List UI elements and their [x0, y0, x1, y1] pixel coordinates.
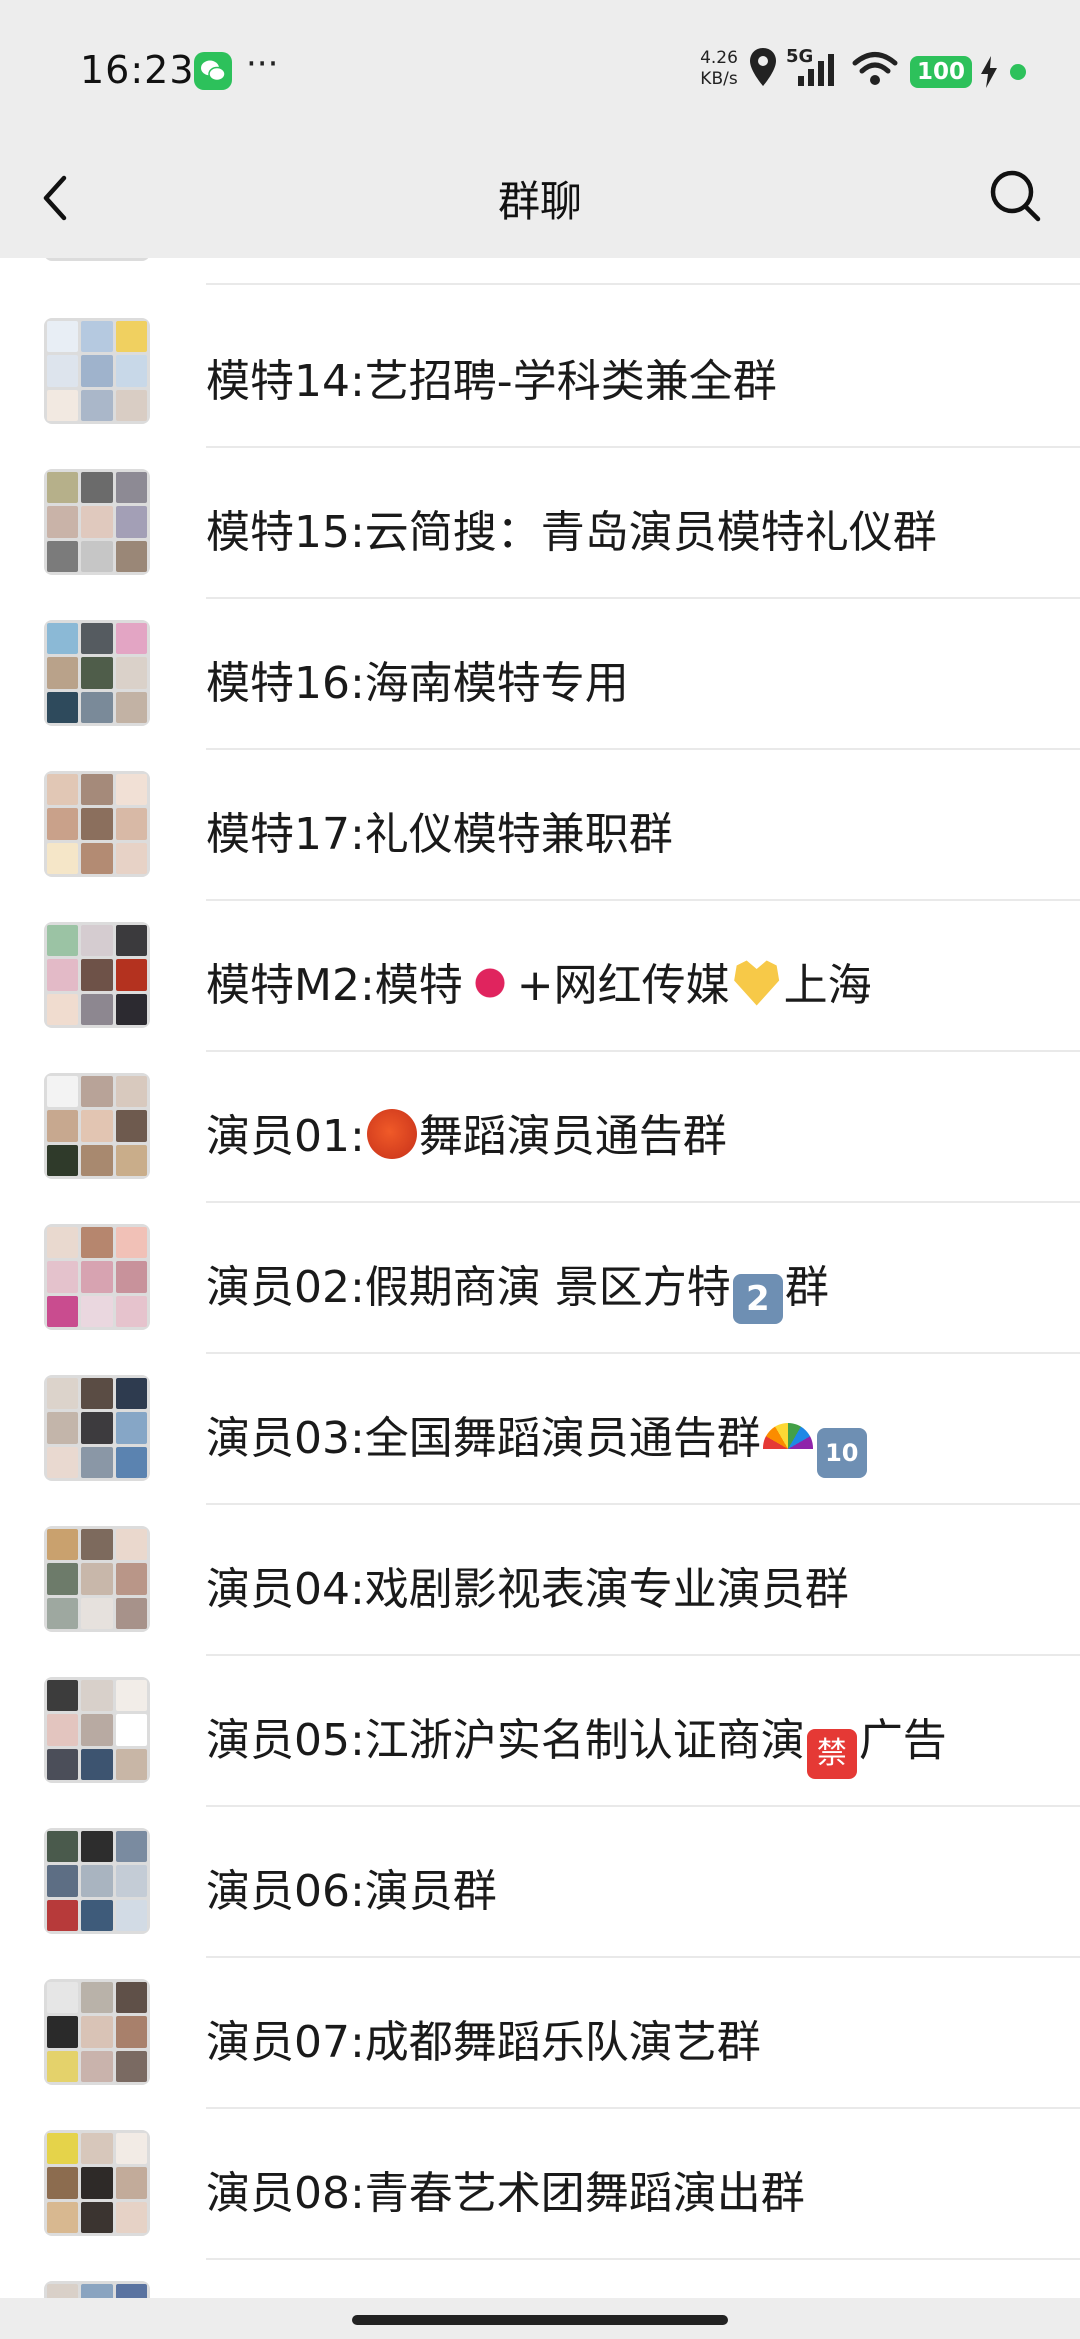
- keycap-ten-emoji-icon: 10: [816, 1428, 867, 1478]
- group-row[interactable]: 演员01: 舞蹈演员通告群: [0, 1052, 1080, 1203]
- group-name: 模特15:云简搜：青岛演员模特礼仪群: [206, 507, 937, 558]
- page-title: 群聊: [497, 177, 582, 226]
- kiss-mark-emoji-icon: [464, 958, 515, 1008]
- group-row[interactable]: 模特15:云简搜：青岛演员模特礼仪群: [0, 448, 1080, 599]
- group-list: 模特14:艺招聘-学科类兼全群 模特15:云简搜：青岛演员模特礼仪群 模特16:…: [0, 258, 1080, 2298]
- group-name-part: 广告: [858, 1715, 947, 1766]
- group-name-part: 舞蹈演员通告群: [418, 1111, 727, 1162]
- more-notifications-icon: ···: [246, 44, 279, 84]
- rainbow-emoji-icon: [762, 1423, 813, 1449]
- group-row[interactable]: 模特M2:模特 +网红传媒 上海: [0, 901, 1080, 1052]
- group-avatar: [44, 1677, 150, 1783]
- group-name: 模特14:艺招聘-学科类兼全群: [206, 356, 777, 407]
- group-name-part: 群: [784, 1262, 829, 1313]
- group-avatar: [44, 469, 150, 575]
- net-speed: 4.26 KB/s: [694, 48, 744, 90]
- group-name: 演员07:成都舞蹈乐队演艺群: [206, 2017, 761, 2068]
- group-name: 模特M2:模特 +网红传媒 上海: [206, 949, 872, 1013]
- group-row[interactable]: 演员05:江浙沪实名制认证商演禁广告: [0, 1656, 1080, 1807]
- group-row-partial[interactable]: [0, 2260, 1080, 2298]
- yellow-heart-emoji-icon: [734, 960, 780, 1006]
- group-name-part: 演员03:全国舞蹈演员通告群: [206, 1413, 761, 1464]
- group-avatar: [44, 1828, 150, 1934]
- group-avatar: [44, 1224, 150, 1330]
- group-row[interactable]: 演员07:成都舞蹈乐队演艺群: [0, 1958, 1080, 2109]
- group-name: 演员05:江浙沪实名制认证商演禁广告: [206, 1704, 947, 1779]
- keycap-two-emoji-icon: 2: [732, 1274, 783, 1324]
- tomato-emoji-icon: [366, 1109, 417, 1159]
- search-icon[interactable]: [988, 166, 1044, 226]
- group-row[interactable]: 演员03:全国舞蹈演员通告群 10: [0, 1354, 1080, 1505]
- group-avatar: [44, 1526, 150, 1632]
- group-name-part: 上海: [783, 960, 872, 1011]
- group-avatar: [44, 2281, 150, 2298]
- status-bar: 16:23 ··· 4.26 KB/s 5G 100: [0, 0, 1080, 140]
- group-row[interactable]: 模特14:艺招聘-学科类兼全群: [0, 297, 1080, 448]
- group-avatar: [44, 1073, 150, 1179]
- prohibited-emoji-icon: 禁: [806, 1729, 857, 1779]
- location-icon: [750, 48, 776, 86]
- group-name: 演员04:戏剧影视表演专业演员群: [206, 1564, 849, 1615]
- battery-indicator: 100: [910, 56, 972, 88]
- nav-bar: 群聊: [0, 140, 1080, 258]
- group-name-part: 演员05:江浙沪实名制认证商演: [206, 1715, 805, 1766]
- group-avatar: [44, 2130, 150, 2236]
- group-avatar: [44, 1375, 150, 1481]
- group-name: 演员03:全国舞蹈演员通告群 10: [206, 1402, 869, 1478]
- group-row[interactable]: 模特16:海南模特专用: [0, 599, 1080, 750]
- group-avatar: [44, 620, 150, 726]
- group-name: 演员08:青春艺术团舞蹈演出群: [206, 2168, 805, 2219]
- group-avatar: [44, 1979, 150, 2085]
- group-avatar: [44, 318, 150, 424]
- home-indicator[interactable]: [352, 2315, 728, 2325]
- group-avatar: [44, 771, 150, 877]
- privacy-indicator-dot: [1010, 64, 1026, 80]
- clock: 16:23: [80, 48, 195, 92]
- wechat-notification-icon: [194, 52, 232, 90]
- charging-icon: [981, 56, 997, 88]
- group-row[interactable]: 演员04:戏剧影视表演专业演员群: [0, 1505, 1080, 1656]
- group-avatar: [44, 258, 150, 261]
- signal-icon: [798, 54, 834, 86]
- group-row[interactable]: 演员02:假期商演 景区方特 2 群: [0, 1203, 1080, 1354]
- group-row-partial[interactable]: [0, 258, 1080, 285]
- group-name-part: +网红传媒: [516, 960, 730, 1011]
- group-row[interactable]: 模特17:礼仪模特兼职群: [0, 750, 1080, 901]
- net-speed-unit: KB/s: [700, 69, 738, 89]
- group-name: 演员02:假期商演 景区方特 2 群: [206, 1251, 829, 1324]
- row-divider: [206, 283, 1080, 285]
- group-name: 演员06:演员群: [206, 1866, 497, 1917]
- group-name: 模特17:礼仪模特兼职群: [206, 809, 673, 860]
- group-name: 演员01: 舞蹈演员通告群: [206, 1100, 727, 1164]
- net-speed-value: 4.26: [700, 48, 738, 68]
- group-name-part: 演员01:: [206, 1111, 365, 1162]
- group-name-part: 模特M2:模特: [206, 960, 463, 1011]
- wifi-icon: [852, 52, 898, 85]
- group-row[interactable]: 演员08:青春艺术团舞蹈演出群: [0, 2109, 1080, 2260]
- group-row[interactable]: 演员06:演员群: [0, 1807, 1080, 1958]
- group-name: 模特16:海南模特专用: [206, 658, 629, 709]
- group-name-part: 演员02:假期商演 景区方特: [206, 1262, 731, 1313]
- group-avatar: [44, 922, 150, 1028]
